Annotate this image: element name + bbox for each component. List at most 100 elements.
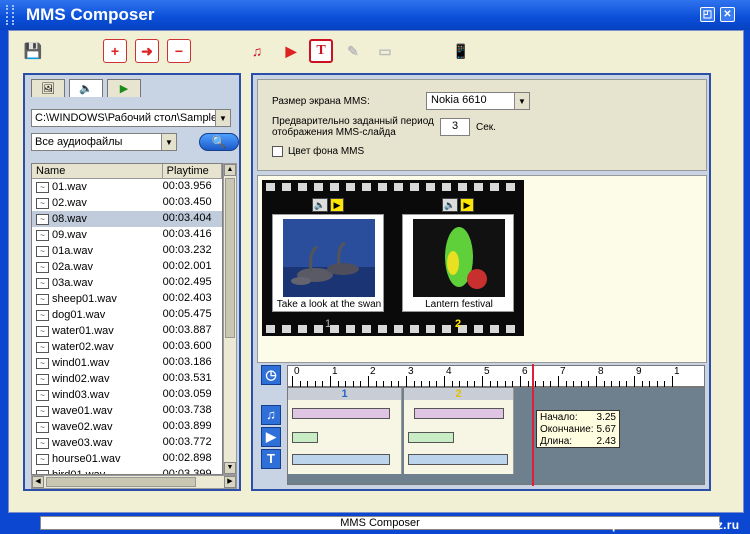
add-slide-button[interactable]: +: [103, 39, 127, 63]
file-playtime: 00:03.738: [162, 404, 212, 416]
filter-dropdown[interactable]: Все аудиофайлы ▼: [31, 133, 177, 151]
file-row[interactable]: ~ water01.wav 00:03.887: [32, 323, 222, 339]
text-bar[interactable]: [292, 454, 390, 465]
note-icon[interactable]: ▭: [373, 39, 397, 63]
file-playtime: 00:02.898: [162, 452, 212, 464]
scroll-up-icon[interactable]: ▲: [224, 164, 236, 176]
sound-bar[interactable]: [292, 432, 318, 443]
video-tab[interactable]: ▶: [107, 79, 141, 97]
file-row[interactable]: ~02.wav 00:03.450: [32, 195, 222, 211]
close-button[interactable]: ✕: [720, 7, 735, 22]
file-row[interactable]: ~08.wav 00:03.404: [32, 211, 222, 227]
file-row[interactable]: ~03a.wav 00:02.495: [32, 275, 222, 291]
file-row[interactable]: ~01a.wav 00:03.232: [32, 243, 222, 259]
file-row[interactable]: ~02a.wav 00:02.001: [32, 259, 222, 275]
scroll-down-icon[interactable]: ▼: [224, 462, 236, 474]
period-input[interactable]: 3: [440, 118, 470, 136]
file-row[interactable]: ~ wave02.wav 00:03.899: [32, 419, 222, 435]
image-bar[interactable]: [292, 408, 390, 419]
hscroll-thumb[interactable]: [46, 477, 196, 487]
file-list-hscrollbar[interactable]: ◀ ▶: [31, 475, 237, 489]
file-row[interactable]: ~ dog01.wav 00:05.475: [32, 307, 222, 323]
file-name: wind03.wav: [52, 388, 110, 401]
slide-2[interactable]: Lantern festival: [402, 214, 514, 312]
timeline-section-1[interactable]: 1: [288, 388, 402, 474]
chevron-down-icon[interactable]: ▼: [161, 134, 176, 150]
phone-icon[interactable]: 📱: [449, 39, 473, 63]
file-row[interactable]: ~ wave01.wav 00:03.738: [32, 403, 222, 419]
speaker-icon[interactable]: 🔈: [442, 198, 458, 212]
play-track-icon[interactable]: ▶: [261, 427, 281, 447]
file-row[interactable]: ~ bird01.wav 00:03.399: [32, 467, 222, 474]
playhead[interactable]: [532, 364, 534, 486]
file-name-cell: ~ wind03.wav: [32, 387, 163, 403]
wave-file-icon: ~: [36, 389, 49, 401]
timing-tooltip: Начало: 3.25 Окончание: 5.67 Длина: 2.43: [536, 410, 620, 448]
scroll-left-icon[interactable]: ◀: [32, 476, 44, 488]
search-button[interactable]: 🔍: [199, 133, 239, 151]
scroll-right-icon[interactable]: ▶: [224, 476, 236, 488]
path-dropdown[interactable]: C:\WINDOWS\Рабочий стол\Samples ▼: [31, 109, 231, 127]
file-row[interactable]: ~ hourse01.wav 00:02.898: [32, 451, 222, 467]
play-button[interactable]: ▶: [279, 39, 303, 63]
wave-file-icon: ~: [36, 309, 49, 321]
title-bar[interactable]: MMS Composer ◰ ✕: [0, 0, 750, 30]
slide-1-media-icons: 🔈 ▶: [272, 198, 384, 212]
chevron-down-icon[interactable]: ▼: [215, 110, 230, 126]
sound-tab[interactable]: 🔈: [69, 79, 103, 97]
file-row[interactable]: ~ sheep01.wav 00:02.403: [32, 291, 222, 307]
save-icon[interactable]: 💾: [21, 39, 45, 63]
ruler-major-tick: [596, 376, 597, 387]
clock-icon[interactable]: ◷: [261, 365, 281, 385]
file-name-cell: ~ wave02.wav: [32, 419, 163, 435]
image-bar[interactable]: [414, 408, 504, 419]
file-row[interactable]: ~ wind02.wav 00:03.531: [32, 371, 222, 387]
speaker-icon[interactable]: 🔈: [312, 198, 328, 212]
ruler-label: 4: [446, 366, 452, 377]
file-row[interactable]: ~ wave03.wav 00:03.772: [32, 435, 222, 451]
timeline-tracks[interactable]: 1 2 Начало: 3.25 Окончание: 5.67 Длина: …: [287, 364, 705, 486]
remove-slide-button[interactable]: −: [167, 39, 191, 63]
image-tab[interactable]: 🖼: [31, 79, 65, 97]
length-value: 2.43: [596, 436, 616, 447]
wave-file-icon: ~: [36, 325, 49, 337]
file-list-vscrollbar[interactable]: ▲ ▼: [223, 163, 237, 475]
wave-file-icon: ~: [36, 197, 49, 209]
time-ruler[interactable]: 0 1 2 3 4 5 6 7 8 9 1: [287, 365, 705, 387]
edit-icon[interactable]: ✎: [341, 39, 365, 63]
file-name-cell: ~ hourse01.wav: [32, 451, 163, 467]
add-sound-button[interactable]: ♫: [245, 39, 269, 63]
file-name: water01.wav: [52, 324, 114, 337]
sound-track-icon[interactable]: ♫: [261, 405, 281, 425]
column-playtime[interactable]: Playtime: [163, 164, 222, 178]
file-name-cell: ~ wave03.wav: [32, 435, 163, 451]
wave-file-icon: ~: [36, 261, 49, 273]
file-row[interactable]: ~01.wav 00:03.956: [32, 179, 222, 195]
app-grip-icon: [6, 5, 14, 25]
play-icon[interactable]: ▶: [460, 198, 474, 212]
wave-file-icon: ~: [36, 293, 49, 305]
ruler-label: 9: [636, 366, 642, 377]
restore-button[interactable]: ◰: [700, 7, 715, 22]
file-row[interactable]: ~ wind03.wav 00:03.059: [32, 387, 222, 403]
sound-bar[interactable]: [408, 432, 454, 443]
file-row[interactable]: ~ water02.wav 00:03.600: [32, 339, 222, 355]
file-row[interactable]: ~ wind01.wav 00:03.186: [32, 355, 222, 371]
scroll-thumb[interactable]: [225, 178, 235, 338]
screen-size-dropdown[interactable]: Nokia 6610 ▼: [426, 92, 530, 110]
play-icon[interactable]: ▶: [330, 198, 344, 212]
slide-number: 1: [324, 318, 332, 330]
text-bar[interactable]: [408, 454, 508, 465]
file-row[interactable]: ~09.wav 00:03.416: [32, 227, 222, 243]
period-label-2: отображения MMS-слайда: [272, 127, 396, 138]
chevron-down-icon[interactable]: ▼: [514, 93, 529, 109]
insert-slide-button[interactable]: ➜: [135, 39, 159, 63]
file-playtime: 00:03.772: [162, 436, 212, 448]
timeline-section-2[interactable]: 2: [404, 388, 514, 474]
column-name[interactable]: Name: [32, 164, 163, 178]
add-text-button[interactable]: T: [309, 39, 333, 63]
slide-1[interactable]: Take a look at the swan: [272, 214, 384, 312]
text-track-icon[interactable]: T: [261, 449, 281, 469]
window-title: MMS Composer: [26, 5, 155, 24]
bg-color-checkbox[interactable]: [272, 146, 283, 157]
